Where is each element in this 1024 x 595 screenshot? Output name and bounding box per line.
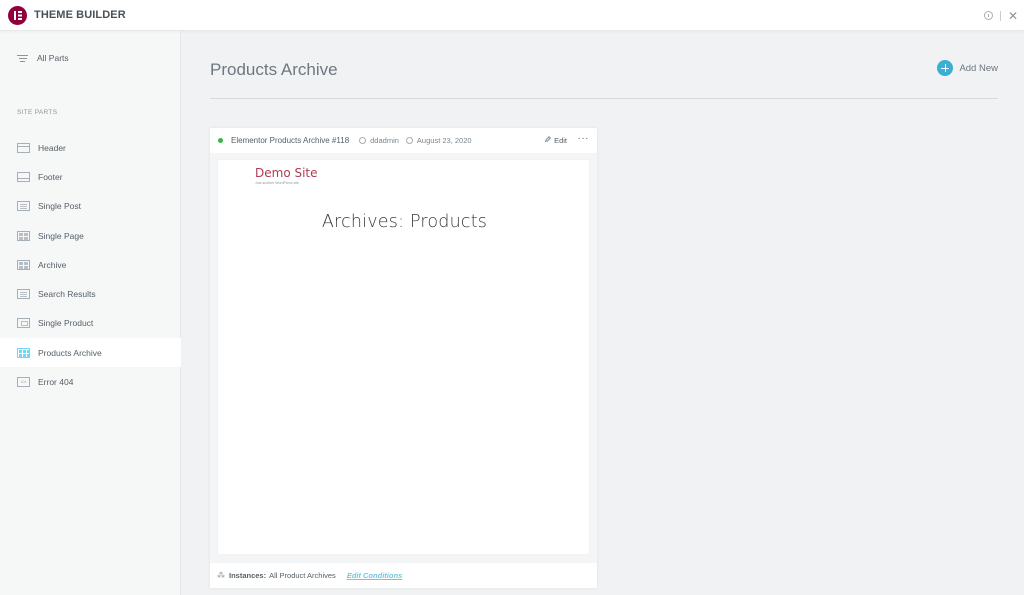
card-header: Elementor Products Archive #118 ddadmin … — [210, 128, 597, 153]
single-post-icon — [17, 201, 30, 212]
add-new-button[interactable]: Add New — [937, 60, 998, 76]
sidebar-item-footer[interactable]: Footer — [0, 162, 181, 191]
card-date: August 23, 2020 — [405, 136, 472, 145]
author-name: ddadmin — [370, 136, 399, 145]
instances-value: All Product Archives — [269, 571, 336, 580]
sidebar-item-label: Single Post — [38, 201, 81, 212]
page-title: Products Archive — [210, 60, 338, 79]
preview-site-name: Demo Site — [255, 166, 318, 180]
edit-conditions-link[interactable]: Edit Conditions — [347, 571, 402, 580]
sidebar-item-label: Single Page — [38, 230, 84, 241]
sidebar-item-header[interactable]: Header — [0, 133, 181, 162]
sidebar-item-error-404[interactable]: 404 Error 404 — [0, 367, 181, 396]
sidebar-item-single-page[interactable]: Single Page — [0, 221, 181, 250]
pencil-icon: ✎ — [543, 135, 552, 145]
add-new-label: Add New — [959, 62, 998, 74]
sidebar: All Parts SITE PARTS Header Footer Singl… — [0, 31, 181, 595]
sidebar-item-single-post[interactable]: Single Post — [0, 192, 181, 221]
sidebar-item-label: Header — [38, 142, 66, 153]
all-parts-label: All Parts — [37, 53, 69, 63]
instances-label: Instances: — [229, 571, 267, 580]
products-archive-icon — [17, 347, 30, 358]
single-product-icon — [17, 318, 30, 329]
card-footer: ⁂ Instances: All Product Archives Edit C… — [210, 563, 597, 588]
sidebar-item-archive[interactable]: Archive — [0, 250, 181, 279]
search-results-icon — [17, 289, 30, 300]
elementor-logo-icon — [8, 5, 27, 25]
all-parts-link[interactable]: All Parts — [17, 53, 69, 63]
top-bar-actions: ✕ — [983, 0, 1018, 31]
status-dot-icon — [218, 138, 223, 143]
date-value: August 23, 2020 — [416, 136, 472, 145]
template-preview[interactable]: Demo Site Just another WordPress site Ar… — [217, 159, 590, 555]
filter-icon — [17, 54, 28, 62]
sidebar-item-label: Search Results — [38, 289, 96, 300]
footer-icon — [17, 171, 30, 182]
preview-archive-heading: Archives: Products — [321, 212, 488, 232]
instances-icon: ⁂ — [217, 571, 225, 580]
top-bar-separator — [999, 10, 1001, 21]
site-parts-heading: SITE PARTS — [17, 109, 58, 116]
sidebar-item-single-product[interactable]: Single Product — [0, 309, 181, 338]
clock-icon — [405, 137, 413, 144]
template-card: Elementor Products Archive #118 ddadmin … — [210, 128, 597, 588]
card-title: Elementor Products Archive #118 — [231, 136, 350, 145]
app-title: THEME BUILDER — [34, 9, 126, 21]
single-page-icon — [17, 230, 30, 241]
edit-button[interactable]: ✎ Edit — [544, 128, 567, 153]
error-404-icon: 404 — [17, 377, 30, 388]
site-parts-list: Header Footer Single Post Single Page Ar… — [0, 133, 181, 397]
sidebar-item-search-results[interactable]: Search Results — [0, 279, 181, 308]
top-bar: THEME BUILDER ✕ — [0, 0, 1024, 31]
sidebar-item-label: Error 404 — [38, 377, 74, 388]
more-options-icon[interactable]: ··· — [578, 128, 590, 153]
plus-icon — [937, 60, 954, 76]
header-icon — [17, 142, 30, 153]
sidebar-item-label: Archive — [38, 259, 67, 270]
sidebar-item-products-archive[interactable]: Products Archive — [0, 338, 181, 368]
title-divider — [210, 98, 998, 99]
sidebar-item-label: Single Product — [38, 318, 94, 329]
close-icon[interactable]: ✕ — [1008, 10, 1018, 22]
info-icon[interactable] — [983, 11, 993, 20]
card-author: ddadmin — [359, 136, 399, 145]
archive-icon — [17, 259, 30, 270]
sidebar-item-label: Footer — [38, 171, 63, 182]
preview-site-tagline: Just another WordPress site — [255, 181, 299, 185]
sidebar-item-label: Products Archive — [38, 347, 102, 358]
user-icon — [359, 137, 367, 144]
edit-label: Edit — [554, 136, 567, 145]
